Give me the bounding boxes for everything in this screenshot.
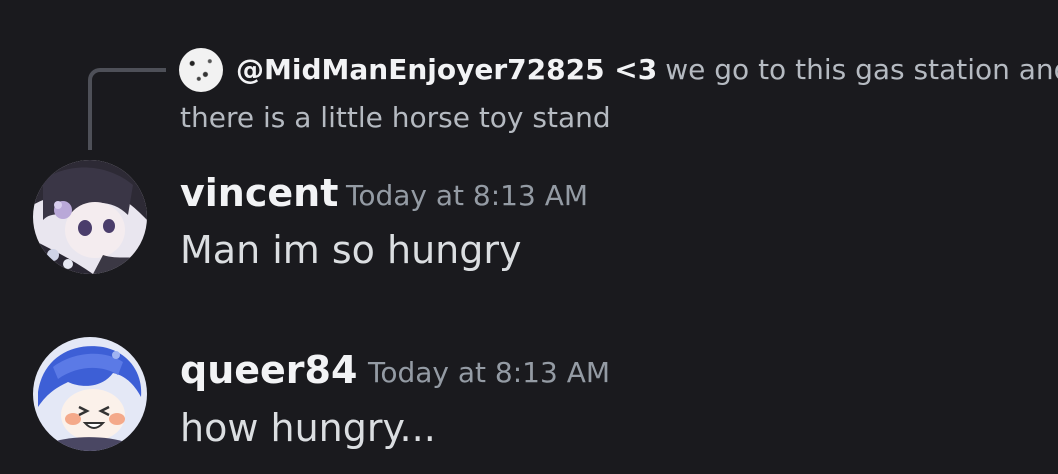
- avatar[interactable]: [33, 337, 147, 451]
- avatar[interactable]: [33, 160, 147, 274]
- message-content: Man im so hungry: [180, 228, 522, 272]
- message-timestamp: Today at 8:13 AM: [346, 179, 589, 212]
- reply-preview-text-continued: there is a little horse toy stand: [180, 101, 611, 134]
- reply-preview[interactable]: @MidManEnjoyer72825 <3 we go to this gas …: [236, 52, 1058, 88]
- message-content: how hungry...: [180, 406, 436, 450]
- reply-spine: [88, 68, 166, 150]
- message-username[interactable]: vincent: [180, 171, 338, 215]
- anime-avatar-icon: [33, 337, 147, 451]
- anime-avatar-icon: [33, 160, 147, 274]
- reply-author-name[interactable]: @MidManEnjoyer72825 <3: [236, 53, 657, 86]
- chat-messages: @MidManEnjoyer72825 <3 we go to this gas …: [0, 0, 1058, 474]
- message-timestamp: Today at 8:13 AM: [368, 356, 611, 389]
- reply-author-avatar[interactable]: [179, 48, 223, 92]
- message-username[interactable]: queer84: [180, 348, 357, 392]
- reply-preview-text: we go to this gas station and: [665, 53, 1058, 86]
